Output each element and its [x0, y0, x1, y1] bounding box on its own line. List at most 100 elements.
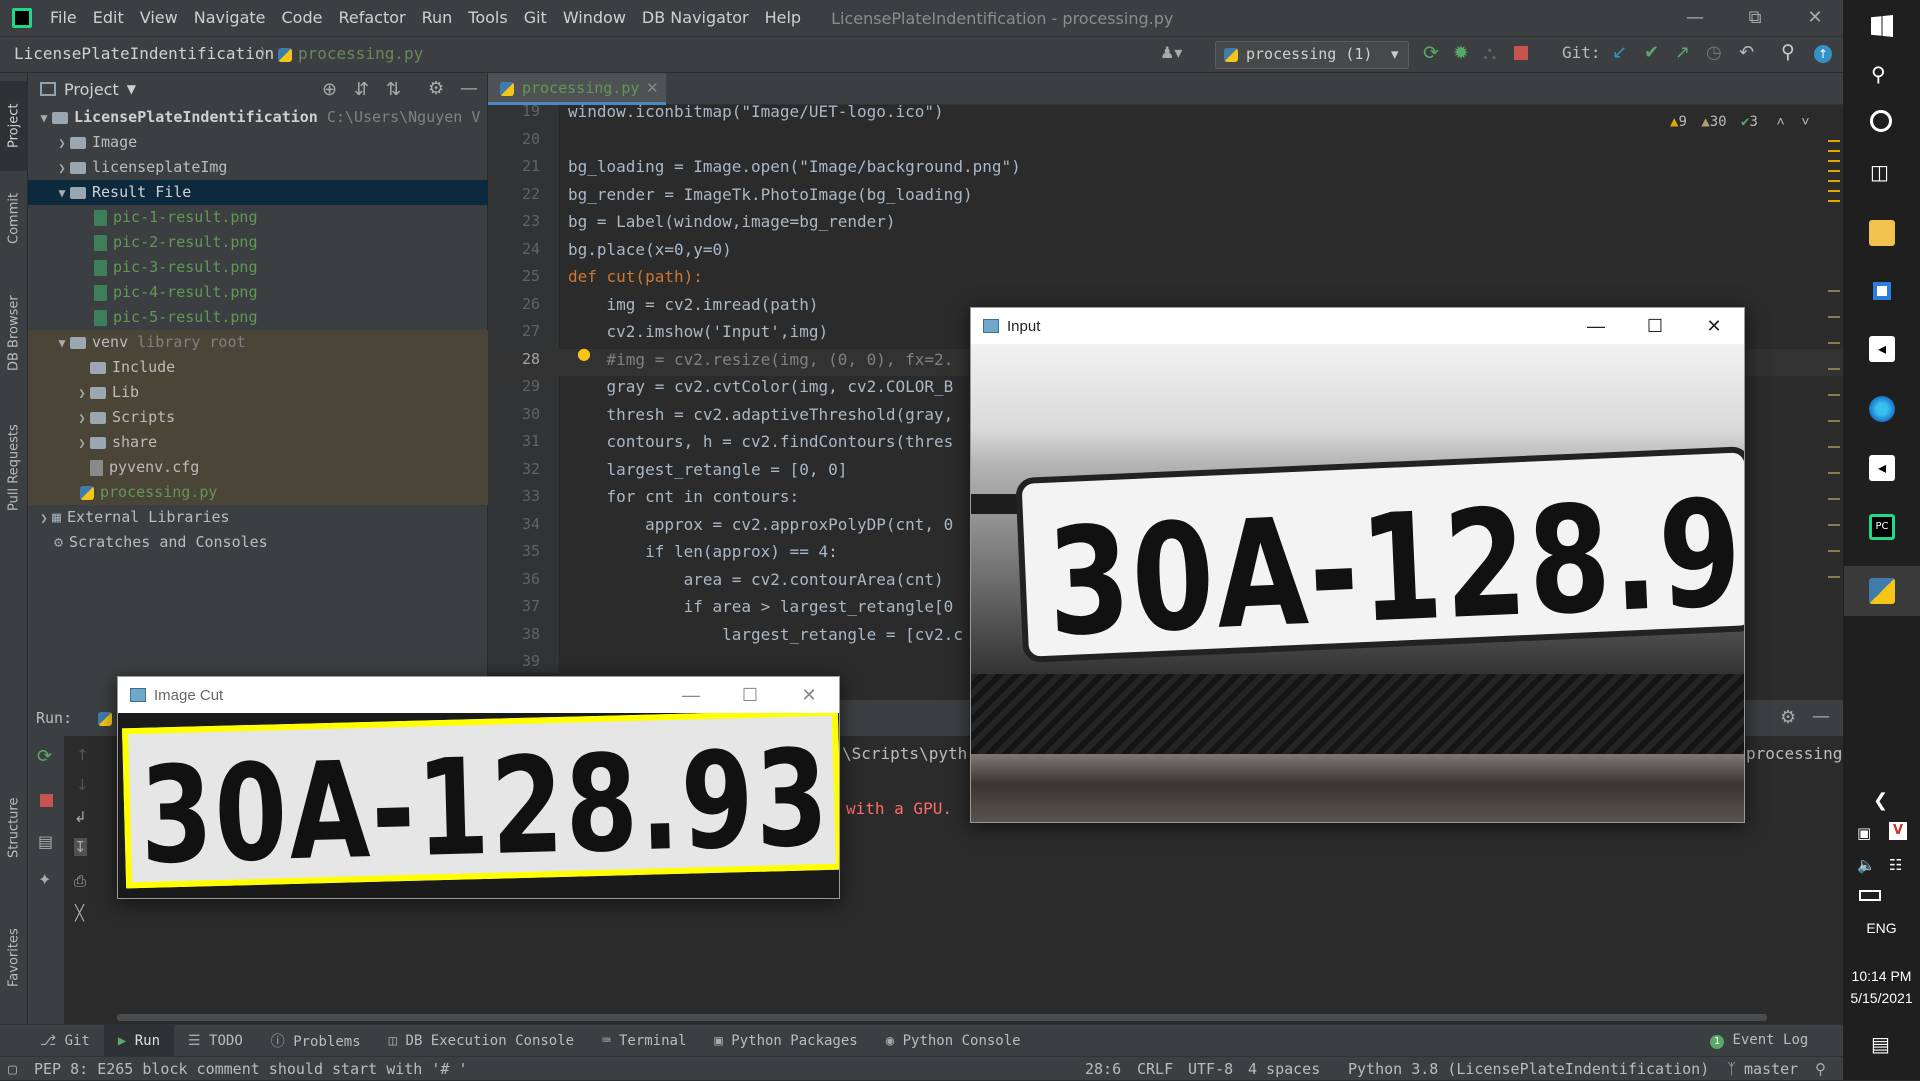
cortana-icon[interactable]	[1870, 110, 1892, 132]
menu-refactor[interactable]: Refactor	[330, 0, 413, 36]
file-explorer-icon[interactable]	[1869, 220, 1895, 246]
git-rollback-icon[interactable]: ↶	[1739, 42, 1754, 63]
clock-time[interactable]: 10:14 PM	[1843, 968, 1920, 984]
input-window-titlebar[interactable]: Input — ☐ ✕	[971, 308, 1744, 344]
tab-pull-requests[interactable]: Pull Requests	[0, 403, 28, 533]
menu-git[interactable]: Git	[516, 0, 555, 36]
tab-git[interactable]: ⎇ Git	[26, 1033, 104, 1049]
arrow-up-icon[interactable]: ↑	[76, 746, 89, 764]
arrow-down-icon[interactable]: ↓	[76, 776, 89, 794]
menu-db-navigator[interactable]: DB Navigator	[634, 0, 757, 36]
git-update-icon[interactable]: ↙	[1612, 42, 1627, 63]
lock-icon[interactable]: ⚲	[1815, 1057, 1826, 1081]
git-branch[interactable]: master	[1744, 1057, 1798, 1081]
minimize-button[interactable]: —	[1567, 308, 1625, 344]
breadcrumb-project[interactable]: LicensePlateIndentification	[14, 44, 274, 63]
task-view-icon[interactable]: ◫	[1870, 160, 1889, 184]
hide-panel-icon[interactable]: —	[1812, 706, 1830, 727]
user-icon[interactable]: ♟▾	[1160, 43, 1182, 62]
tree-item-venv[interactable]: ▼ venv library root	[28, 330, 488, 355]
inspection-widget[interactable]: ▲9 ▲30 ✔3 ˄ ˅	[1670, 114, 1810, 134]
menu-help[interactable]: Help	[757, 0, 809, 36]
python-interpreter[interactable]: Python 3.8 (LicensePlateIndentification)	[1348, 1057, 1709, 1081]
close-button[interactable]: ✕	[1685, 308, 1743, 344]
store-icon[interactable]	[1869, 278, 1895, 304]
rerun-icon[interactable]: ⟳	[37, 746, 52, 767]
restore-button[interactable]: ⧉	[1726, 0, 1784, 36]
tab-db-browser[interactable]: DB Browser	[0, 278, 28, 388]
print-icon[interactable]: ⎙	[74, 872, 86, 890]
tree-item-pic-4[interactable]: pic-4-result.png	[28, 280, 488, 305]
tree-item-include[interactable]: Include	[28, 355, 488, 380]
soft-wrap-icon[interactable]: ↲	[74, 808, 87, 826]
file-encoding[interactable]: UTF-8	[1188, 1057, 1233, 1081]
trash-icon[interactable]: ╳	[75, 904, 84, 922]
chevron-right-icon[interactable]: ❯	[54, 131, 70, 156]
update-icon[interactable]: ↑	[1814, 45, 1832, 63]
chevron-up-icon[interactable]: ˄	[1776, 114, 1784, 130]
tab-project[interactable]: Project	[0, 81, 28, 171]
line-separator[interactable]: CRLF	[1137, 1057, 1173, 1081]
tree-item-result-file[interactable]: ▼ Result File	[28, 180, 488, 205]
rerun-icon[interactable]: ⟳	[1423, 42, 1439, 64]
chevron-right-icon[interactable]: ❯	[54, 156, 70, 181]
meet-now-icon[interactable]: ▣	[1857, 824, 1871, 842]
tree-item-scratches[interactable]: ⚙ Scratches and Consoles	[28, 530, 488, 555]
lightbulb-icon[interactable]: ●	[577, 344, 591, 363]
chevron-down-icon[interactable]: ▼	[36, 106, 52, 131]
coverage-icon[interactable]: ⛬	[1483, 42, 1496, 64]
chevron-right-icon[interactable]: ❯	[74, 431, 90, 456]
close-icon[interactable]: ✕	[646, 79, 659, 97]
minimize-button[interactable]: —	[1666, 0, 1724, 36]
locate-file-icon[interactable]: ⊕	[322, 79, 337, 100]
tab-python-console[interactable]: ◉ Python Console	[872, 1033, 1035, 1049]
notifications-icon[interactable]: ▤	[1871, 1032, 1890, 1056]
menu-code[interactable]: Code	[274, 0, 331, 36]
console-scrollbar[interactable]	[117, 1014, 1767, 1021]
caret-position[interactable]: 28:6	[1085, 1057, 1121, 1081]
wifi-icon[interactable]: ☷	[1889, 856, 1902, 874]
volume-icon[interactable]: 🔈	[1857, 856, 1876, 874]
scroll-to-end-icon[interactable]: ↧	[74, 838, 87, 856]
windows-start-icon[interactable]	[1871, 15, 1893, 37]
tab-problems[interactable]: ⓘ Problems	[257, 1031, 375, 1051]
tab-db-execution-console[interactable]: ◫ DB Execution Console	[375, 1033, 588, 1049]
indent-setting[interactable]: 4 spaces	[1248, 1057, 1320, 1081]
tab-terminal[interactable]: ⌨ Terminal	[588, 1033, 700, 1049]
image-cut-window[interactable]: Image Cut — ☐ ✕ 30A-128.93	[117, 676, 840, 899]
chevron-down-icon[interactable]: ▼	[127, 82, 136, 96]
pin-icon[interactable]: ✦	[38, 870, 51, 889]
stop-icon[interactable]	[40, 794, 53, 807]
search-icon[interactable]: ⚲	[1781, 41, 1795, 63]
tab-structure[interactable]: Structure	[0, 778, 28, 878]
tab-commit[interactable]: Commit	[0, 178, 28, 258]
pycharm-icon[interactable]: PC	[1869, 514, 1895, 540]
status-message[interactable]: PEP 8: E265 block comment should start w…	[34, 1057, 467, 1081]
tree-item-pic-3[interactable]: pic-3-result.png	[28, 255, 488, 280]
tree-item-pyvenv[interactable]: pyvenv.cfg	[28, 455, 488, 480]
language-indicator[interactable]: ENG	[1843, 920, 1920, 936]
menu-tools[interactable]: Tools	[460, 0, 515, 36]
tree-item-external-libraries[interactable]: ❯ ▦ External Libraries	[28, 505, 488, 530]
gear-icon[interactable]: ⚙	[428, 78, 444, 99]
vivaldi-icon[interactable]: V	[1889, 822, 1907, 840]
collapse-all-icon[interactable]: ⇅	[386, 79, 401, 100]
close-button[interactable]: ✕	[1786, 0, 1844, 36]
minimize-button[interactable]: —	[662, 677, 720, 713]
git-push-icon[interactable]: ↗	[1675, 42, 1690, 63]
tab-run[interactable]: ▶ Run	[103, 1024, 175, 1057]
menu-file[interactable]: File	[42, 0, 85, 36]
expand-all-icon[interactable]: ⇵	[354, 79, 369, 100]
chevron-down-icon[interactable]: ▼	[54, 181, 70, 206]
tree-item-root[interactable]: ▼ LicensePlateIndentification C:\Users\Ng…	[28, 105, 488, 130]
close-button[interactable]: ✕	[780, 677, 838, 713]
input-window[interactable]: Input — ☐ ✕ 30A-128.93	[970, 307, 1745, 823]
tree-item-pic-1[interactable]: pic-1-result.png	[28, 205, 488, 230]
breadcrumb-file[interactable]: processing.py	[298, 44, 423, 63]
status-toggle-icon[interactable]: ▢	[8, 1057, 17, 1081]
tree-item-scripts[interactable]: ❯ Scripts	[28, 405, 488, 430]
tree-item-share[interactable]: ❯ share	[28, 430, 488, 455]
menu-run[interactable]: Run	[414, 0, 461, 36]
debug-icon[interactable]: ✹	[1453, 42, 1469, 64]
image-cut-titlebar[interactable]: Image Cut — ☐ ✕	[118, 677, 839, 713]
